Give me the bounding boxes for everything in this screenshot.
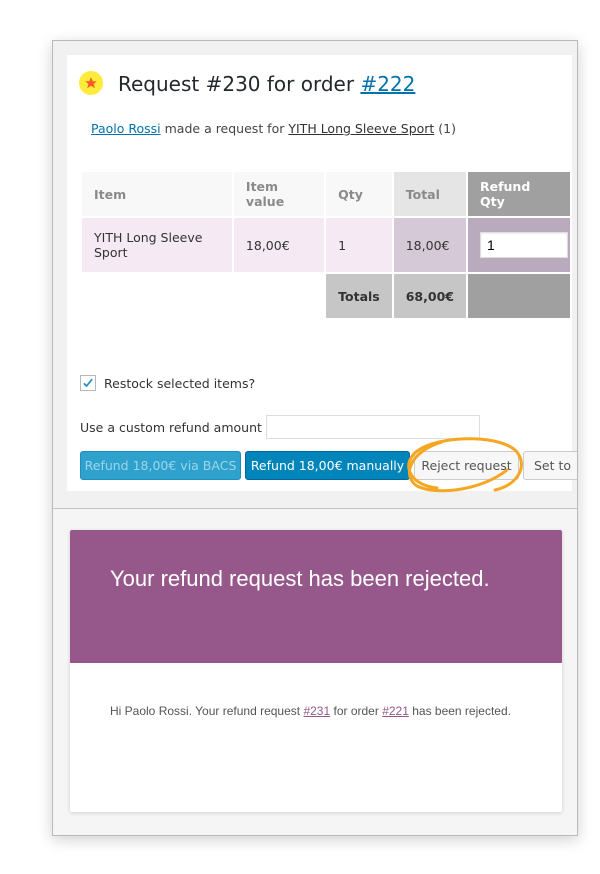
custom-amount-input[interactable]	[265, 415, 480, 439]
table-header-row: Item Item value Qty Total Refund Qty	[82, 172, 570, 216]
email-section: Your refund request has been rejected. H…	[53, 509, 577, 835]
order-link[interactable]: #222	[360, 72, 415, 96]
request-items-table: Item Item value Qty Total Refund Qty YIT…	[80, 170, 572, 320]
reject-request-button[interactable]: Reject request	[414, 451, 519, 480]
header-total: Total	[393, 172, 466, 216]
quantity-text: (1)	[434, 121, 457, 136]
cell-item: YITH Long Sleeve Sport	[82, 218, 232, 272]
email-for-order-text: for order	[330, 704, 383, 718]
rejection-email: Your refund request has been rejected. H…	[70, 530, 562, 812]
refund-request-panel: Request #230 for order #222 Paolo Rossi …	[67, 55, 577, 493]
request-title: Request #230 for order #222	[118, 72, 415, 96]
custom-amount-row: Use a custom refund amount	[80, 415, 480, 439]
table-row: YITH Long Sleeve Sport 18,00€ 1 18,00€	[82, 218, 570, 272]
made-request-text: made a request for	[160, 121, 289, 136]
totals-value: 68,00€	[393, 274, 466, 318]
header-item: Item	[82, 172, 232, 216]
totals-refund-cell	[467, 274, 570, 318]
header-item-value: Item value	[233, 172, 325, 216]
set-to-button[interactable]: Set to	[523, 451, 577, 480]
email-order-link[interactable]: #221	[382, 704, 409, 718]
screenshot-frame: Request #230 for order #222 Paolo Rossi …	[52, 40, 578, 836]
totals-spacer	[234, 274, 324, 318]
checkmark-icon	[83, 378, 93, 388]
restock-label: Restock selected items?	[104, 375, 256, 391]
cell-total: 18,00€	[393, 218, 466, 272]
totals-label: Totals	[326, 274, 392, 318]
cell-qty: 1	[326, 218, 392, 272]
restock-checkbox[interactable]	[80, 375, 96, 391]
totals-spacer	[82, 274, 232, 318]
request-title-text: Request #230 for order	[118, 72, 361, 96]
cell-item-value: 18,00€	[233, 218, 325, 272]
email-header: Your refund request has been rejected.	[70, 530, 562, 663]
email-closing-text: has been rejected.	[408, 704, 511, 718]
refund-manually-button[interactable]: Refund 18,00€ manually	[245, 451, 410, 480]
email-greeting: Hi Paolo Rossi. Your refund request	[110, 704, 304, 718]
email-heading: Your refund request has been rejected.	[110, 566, 490, 591]
restock-option[interactable]: Restock selected items?	[80, 375, 255, 391]
refund-bacs-button[interactable]: Refund 18,00€ via BACS	[80, 451, 241, 480]
refund-qty-input[interactable]	[479, 232, 568, 258]
admin-section: Request #230 for order #222 Paolo Rossi …	[53, 41, 577, 509]
request-description: Paolo Rossi made a request for YITH Long…	[91, 121, 456, 136]
customer-link[interactable]: Paolo Rossi	[91, 121, 161, 136]
email-request-link[interactable]: #231	[303, 704, 330, 718]
header-refund-qty: Refund Qty	[467, 172, 570, 216]
header-qty: Qty	[326, 172, 392, 216]
product-link[interactable]: YITH Long Sleeve Sport	[288, 121, 434, 136]
cell-refund-qty	[467, 218, 570, 272]
email-body: Hi Paolo Rossi. Your refund request #231…	[110, 704, 511, 718]
totals-row: Totals 68,00€	[82, 274, 570, 318]
custom-amount-label: Use a custom refund amount	[80, 419, 262, 435]
star-icon	[79, 71, 103, 95]
action-buttons: Refund 18,00€ via BACS Refund 18,00€ man…	[80, 451, 577, 480]
